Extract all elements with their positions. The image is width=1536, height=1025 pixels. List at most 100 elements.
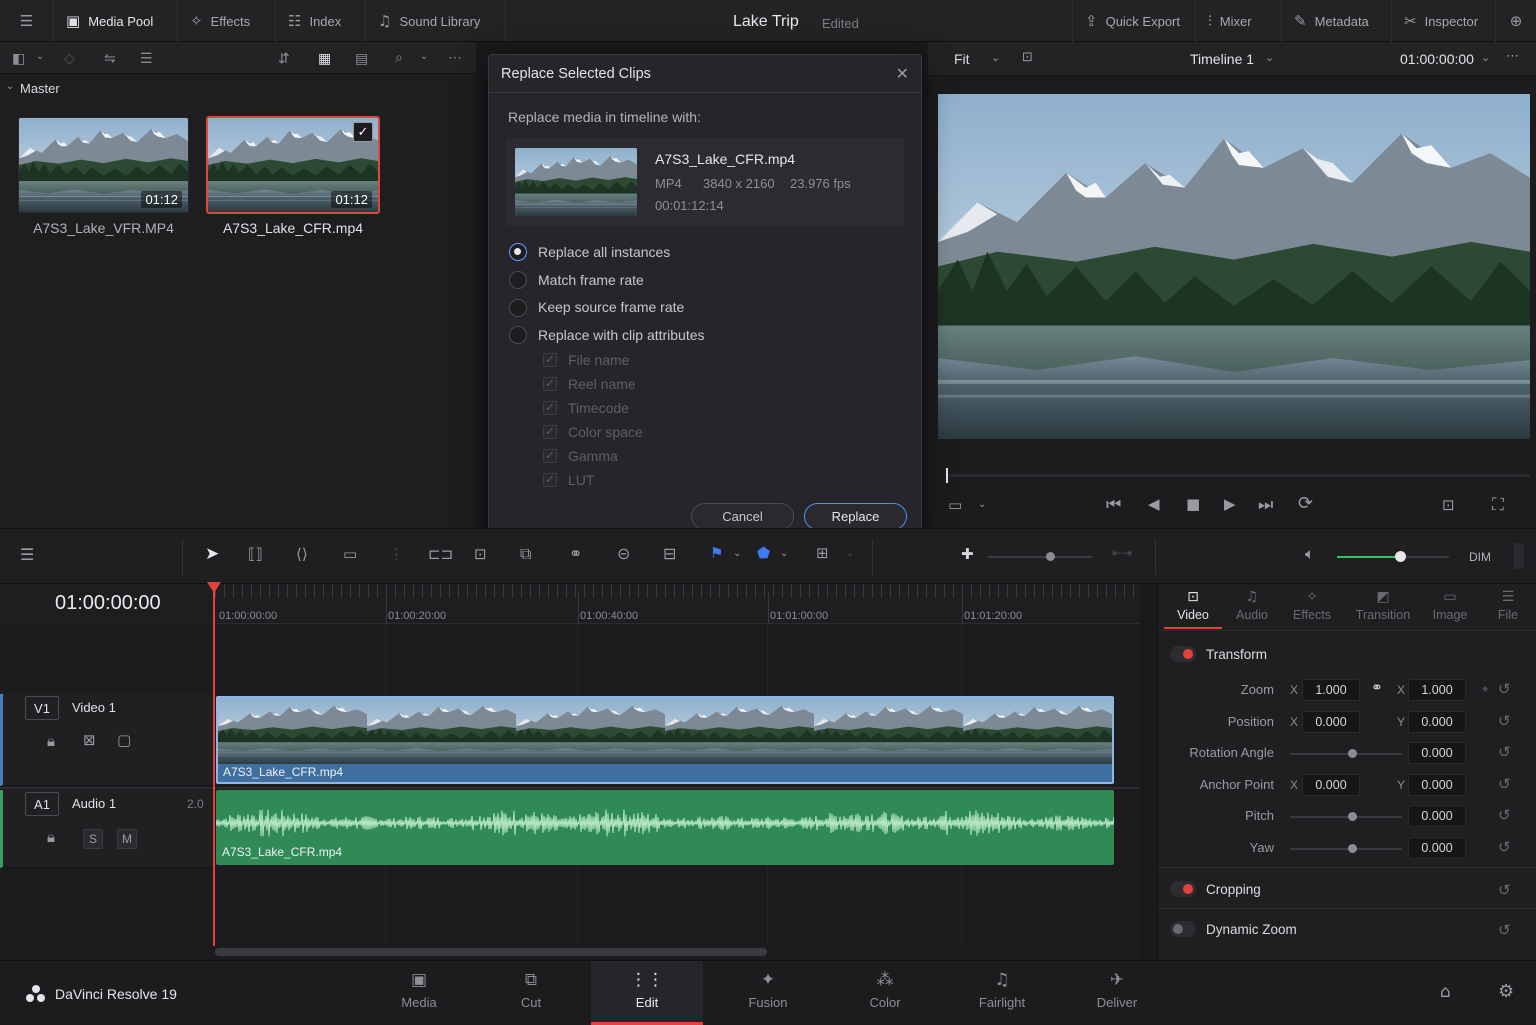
timeline-select[interactable]: Timeline 1 [1190,51,1254,67]
tab-transition[interactable]: ◩ Transition [1348,586,1418,630]
home-icon[interactable]: ⌂ [1440,984,1451,1001]
anchor-y-field[interactable]: 0.000 [1408,774,1466,796]
tab-file[interactable]: ☰ File [1488,586,1528,630]
more-options-icon[interactable]: ⋯ [448,49,462,66]
lock-icon[interactable]: ⊟ [663,546,676,562]
clip-name[interactable]: A7S3_Lake_CFR.mp4 [206,220,380,236]
stop-icon[interactable]: ■ [1186,497,1200,512]
mixer-toggle[interactable]: ⫶ Mixer [1196,0,1282,42]
zoom-in-icon[interactable]: ✚ [961,547,974,562]
reset-icon[interactable]: ↺ [1498,881,1511,899]
position-x-field[interactable]: 0.000 [1302,711,1360,733]
reset-icon[interactable]: ↺ [1498,775,1511,793]
skip-to-start-icon[interactable]: ⏮ [1106,497,1121,514]
reset-icon[interactable]: ↺ [1498,838,1511,856]
scrubber-bar[interactable] [946,468,1530,483]
play-reverse-icon[interactable]: ◀ [1148,497,1160,512]
clip-name[interactable]: A7S3_Lake_VFR.MP4 [18,220,189,236]
slider-knob[interactable] [1348,812,1357,821]
dim-button[interactable]: DIM [1469,550,1491,564]
tab-effects[interactable]: ✧ Effects [1284,586,1340,630]
pitch-slider[interactable] [1290,812,1402,821]
playhead[interactable] [207,582,221,946]
pitch-field[interactable]: 0.000 [1408,805,1466,827]
fullscreen-icon[interactable]: ⛶ [1492,497,1504,514]
zoom-fit-icon[interactable]: ⇤⇥ [1112,547,1132,559]
dynamic-zoom-toggle[interactable] [1170,921,1196,937]
reset-icon[interactable]: ↺ [1498,743,1511,761]
tab-video[interactable]: ⊡ Video [1164,586,1222,630]
reset-icon[interactable]: ↺ [1498,680,1511,698]
playhead-marker[interactable] [946,468,948,483]
timeline-view-options-icon[interactable]: ☰ [20,547,34,563]
track-name[interactable]: Audio 1 [72,796,116,811]
bin-header[interactable]: ⌄ Master [0,76,476,100]
overwrite-clip-icon[interactable]: ⊏⊐ [428,547,453,562]
volume-icon[interactable]: 🔈︎ [1305,546,1315,562]
slider-knob[interactable] [1348,749,1357,758]
chevron-down-icon[interactable]: ⌄ [1481,52,1490,63]
page-media[interactable]: ▣ Media [363,961,475,1025]
zoom-x-field[interactable]: 1.000 [1302,679,1360,701]
anchor-x-field[interactable]: 0.000 [1302,774,1360,796]
clip-thumbnail-cfr-selected[interactable]: ✓ 01:12 [206,116,380,214]
chevron-down-icon[interactable]: ⌄ [846,549,854,559]
timeline-ruler[interactable]: 01:00:00:00 01:00:20:00 01:00:40:00 01:0… [215,584,1140,624]
audio-clip[interactable]: A7S3_Lake_CFR.mp4 [216,790,1114,865]
reset-icon[interactable]: ↺ [1498,921,1511,939]
cinema-viewer-icon[interactable]: ⊡ [1442,498,1455,513]
skip-to-end-icon[interactable]: ⏭ [1258,497,1273,514]
settings-gear-icon[interactable]: ⚙ [1498,983,1514,1001]
dynamic-zoom-section-title[interactable]: Dynamic Zoom [1206,922,1297,937]
viewer-options-icon[interactable]: ⊡ [1022,51,1033,64]
snapping-icon[interactable]: ⧉ [520,546,531,562]
clip-thumbnail-vfr[interactable]: 01:12 [18,117,189,213]
list-view-icon[interactable]: ☰ [140,50,153,67]
trim-tool-icon[interactable]: ⟦⟧ [248,547,263,562]
cancel-button[interactable]: Cancel [691,503,794,530]
add-panel-button[interactable]: ⊕ [1496,0,1536,42]
checkbox-reel-name[interactable]: ✓ [543,377,557,391]
dynamic-trim-icon[interactable]: ⟨⟩ [296,547,308,562]
thumbnail-view-icon[interactable]: ▦ [318,50,331,67]
transform-toggle[interactable] [1170,646,1196,662]
inspector-toggle[interactable]: ✂ Inspector [1392,0,1496,42]
yaw-slider[interactable] [1290,844,1402,853]
reset-icon[interactable]: ↺ [1498,806,1511,824]
checkbox-timecode[interactable]: ✓ [543,401,557,415]
view-mode-icon[interactable]: ▭ [948,498,962,513]
radio-replace-all[interactable] [509,243,527,261]
page-color[interactable]: ⁂ Color [829,961,941,1025]
sync-icon[interactable]: ⇋ [104,50,116,67]
tab-image[interactable]: ▭ Image [1424,586,1476,630]
position-lock-icon[interactable]: ⊝ [617,546,630,562]
grid-view-icon[interactable]: ▤ [355,50,368,67]
page-deliver[interactable]: ✈ Deliver [1061,961,1173,1025]
marker-icon[interactable]: ⬟ [757,546,770,561]
flag-icon[interactable]: ⚑ [710,546,723,561]
track-name[interactable]: Video 1 [72,700,116,715]
checkbox-gamma[interactable]: ✓ [543,449,557,463]
checkmark-icon[interactable]: ✓ [353,122,373,142]
slider-knob[interactable] [1395,551,1406,562]
blade-tool-icon[interactable]: ▭ [343,547,357,562]
track-id-badge[interactable]: A1 [25,792,59,816]
transform-section-title[interactable]: Transform [1206,647,1267,662]
lock-icon[interactable]: 🔒︎ [47,830,55,845]
index-toggle[interactable]: ☷ Index [276,0,366,42]
track-id-badge[interactable]: V1 [25,696,59,720]
link-icon[interactable]: ⚭ [569,546,582,562]
chevron-down-icon[interactable]: ⌄ [978,500,986,510]
zoom-select[interactable]: Fit [954,51,970,67]
rotation-slider[interactable] [1290,749,1402,758]
checkbox-color-space[interactable]: ✓ [543,425,557,439]
page-edit[interactable]: ⋮⋮ Edit [591,961,703,1025]
cropping-toggle[interactable] [1170,881,1196,897]
radio-replace-with-attributes[interactable] [509,326,527,344]
solo-button[interactable]: S [83,829,103,849]
smart-bin-icon[interactable]: ◇ [64,50,75,67]
position-y-field[interactable]: 0.000 [1408,711,1466,733]
effects-toggle[interactable]: ✧ Effects [178,0,276,42]
chevron-down-icon[interactable]: ⌄ [36,51,44,62]
volume-slider[interactable] [1337,551,1449,562]
